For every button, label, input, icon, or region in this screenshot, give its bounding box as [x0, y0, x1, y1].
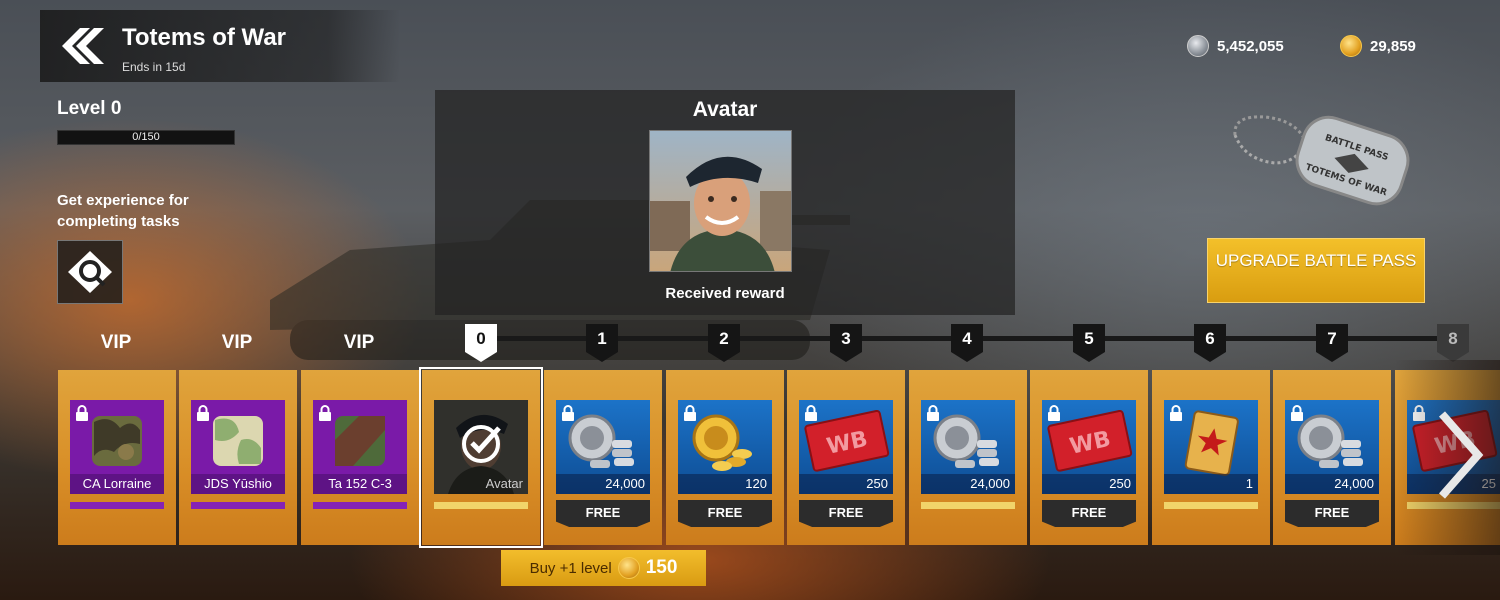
- level-marker-6: 6: [1194, 324, 1226, 362]
- free-tag: FREE: [1042, 500, 1136, 527]
- vip-strip: [70, 502, 164, 509]
- level-marker-8: 8: [1437, 324, 1469, 362]
- lock-icon: [684, 405, 696, 421]
- lock-icon: [1291, 405, 1303, 421]
- avatar-portrait: [649, 130, 792, 272]
- camo-item: Ta 152 C-3: [313, 400, 407, 494]
- free-tag: FREE: [556, 500, 650, 527]
- back-button[interactable]: [56, 28, 106, 64]
- reward-amount: 24,000: [1285, 474, 1379, 494]
- double-chevron-left-icon: [62, 28, 104, 64]
- reward-amount: 24,000: [921, 474, 1015, 494]
- claimed-check-icon: [462, 425, 501, 463]
- reward-item: 24,000: [1285, 400, 1379, 494]
- gold-balance: 29,859: [1340, 35, 1416, 57]
- level-marker-5: 5: [1073, 324, 1105, 362]
- xp-progress-text: 0/150: [132, 131, 160, 143]
- level-marker-1: 1: [586, 324, 618, 362]
- task-search-icon: [68, 251, 112, 293]
- free-tag: FREE: [1285, 500, 1379, 527]
- lock-icon: [319, 405, 331, 421]
- reward-card-current[interactable]: Avatar: [419, 367, 543, 548]
- reward-card-vip[interactable]: CA Lorraine: [58, 370, 176, 545]
- free-strip: [1164, 502, 1258, 509]
- reward-card-level-7[interactable]: 24,000 FREE: [1273, 370, 1391, 545]
- gold-coin-icon: [1340, 35, 1362, 57]
- reward-preview-panel: Avatar Received reward: [435, 90, 1015, 315]
- lock-icon: [76, 405, 88, 421]
- avatar-item: Avatar: [434, 400, 528, 494]
- reward-title: Avatar: [692, 98, 758, 121]
- silver-balance: 5,452,055: [1187, 35, 1284, 57]
- camo-item: CA Lorraine: [70, 400, 164, 494]
- lock-icon: [197, 405, 209, 421]
- silver-coin-icon: [1187, 35, 1209, 57]
- event-countdown: Ends in 15d: [122, 60, 186, 74]
- vip-strip: [191, 502, 285, 509]
- reward-item: 1: [1164, 400, 1258, 494]
- free-tag: FREE: [678, 500, 772, 527]
- reward-item: 120: [678, 400, 772, 494]
- reward-amount: 24,000: [556, 474, 650, 494]
- reward-card-level-6[interactable]: 1: [1152, 370, 1270, 545]
- tasks-button[interactable]: [57, 240, 123, 304]
- level-marker-2: 2: [708, 324, 740, 362]
- reward-amount: 120: [678, 474, 772, 494]
- item-name: Avatar: [485, 476, 523, 491]
- level-marker-3: 3: [830, 324, 862, 362]
- tasks-hint: Get experience for completing tasks: [57, 192, 189, 230]
- reward-item: 24,000: [921, 400, 1015, 494]
- item-name: Ta 152 C-3: [313, 474, 407, 494]
- lock-icon: [927, 405, 939, 421]
- reward-item: WB 250: [799, 400, 893, 494]
- lock-icon: [562, 405, 574, 421]
- gold-amount: 29,859: [1370, 37, 1416, 55]
- buy-level-label: Buy +1 level: [529, 559, 612, 577]
- level-marker-4: 4: [951, 324, 983, 362]
- reward-status: Received reward: [665, 285, 785, 302]
- camo-item: JDS Yūshio: [191, 400, 285, 494]
- gold-coin-icon: [617, 557, 640, 579]
- lock-icon: [1048, 405, 1060, 421]
- reward-card-level-2[interactable]: 120 FREE: [666, 370, 784, 545]
- reward-card-level-5[interactable]: WB 250 FREE: [1030, 370, 1148, 545]
- event-header: Totems of War Ends in 15d: [40, 10, 400, 82]
- item-name: CA Lorraine: [70, 474, 164, 494]
- free-strip: [434, 502, 528, 509]
- item-name: JDS Yūshio: [191, 474, 285, 494]
- xp-progress-bar: 0/150: [57, 130, 235, 145]
- reward-amount: 250: [1042, 474, 1136, 494]
- reward-amount: 250: [799, 474, 893, 494]
- reward-card-level-3[interactable]: WB 250 FREE: [787, 370, 905, 545]
- reward-item: 24,000: [556, 400, 650, 494]
- lock-icon: [805, 405, 817, 421]
- free-strip: [921, 502, 1015, 509]
- buy-level-cost: 150: [645, 557, 678, 578]
- reward-card-vip[interactable]: Ta 152 C-3: [301, 370, 419, 545]
- silver-amount: 5,452,055: [1217, 37, 1284, 55]
- battle-pass-dogtag-icon: BATTLE PASS TOTEMS OF WAR: [1233, 115, 1410, 206]
- vip-label: VIP: [100, 332, 132, 353]
- current-level: Level 0: [57, 98, 122, 119]
- vip-label: VIP: [343, 332, 375, 353]
- reward-card-level-1[interactable]: 24,000 FREE: [544, 370, 662, 545]
- buy-level-button[interactable]: Buy +1 level 150: [501, 550, 706, 586]
- event-title: Totems of War: [122, 24, 287, 51]
- level-marker-7: 7: [1316, 324, 1348, 362]
- reward-card-vip[interactable]: JDS Yūshio: [179, 370, 297, 545]
- reward-item: WB 250: [1042, 400, 1136, 494]
- reward-card-level-4[interactable]: 24,000: [909, 370, 1027, 545]
- free-tag: FREE: [799, 500, 893, 527]
- vip-strip: [313, 502, 407, 509]
- chevron-right-icon[interactable]: [1428, 400, 1488, 510]
- level-marker-0: 0: [465, 324, 497, 362]
- lock-icon: [1170, 405, 1182, 421]
- reward-amount: 1: [1164, 474, 1258, 494]
- vip-label: VIP: [221, 332, 253, 353]
- upgrade-battle-pass-button[interactable]: UPGRADE BATTLE PASS: [1207, 238, 1425, 303]
